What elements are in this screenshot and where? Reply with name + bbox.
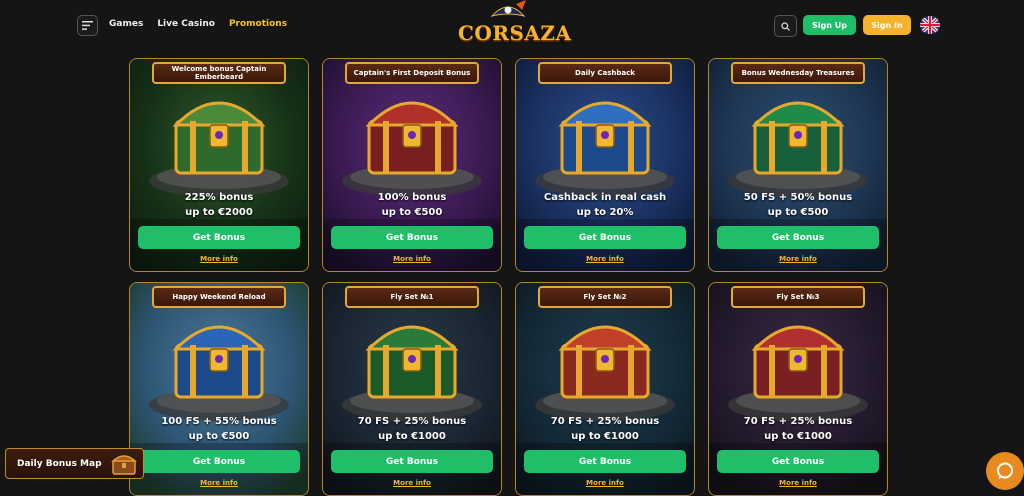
promo-card-banner: Welcome bonus Captain Emberbeard [152,59,286,87]
promo-card: Captain's First Deposit Bonus 100% bonus… [322,58,502,272]
promo-card-title: Captain's First Deposit Bonus [345,62,479,84]
treasure-chest-icon [558,101,652,175]
search-button[interactable] [774,15,797,37]
promo-offer-line-1: 225% bonus [184,192,254,203]
sign-in-button[interactable]: Sign In [863,15,911,35]
promo-offer-line-1: 50 FS + 50% bonus [743,192,853,203]
treasure-chest-icon [558,325,652,399]
promo-offer-line-2: up to 20% [576,207,634,218]
promo-card-banner: Fly Set №3 [731,283,865,311]
more-info-link[interactable]: More info [130,479,308,487]
promo-card-title: Daily Cashback [538,62,672,84]
get-bonus-button[interactable]: Get Bonus [138,226,300,249]
treasure-chest-icon [365,325,459,399]
nav-promotions[interactable]: Promotions [229,19,287,29]
promo-card-offer: 100 FS + 55% bonus up to €500 [130,414,308,444]
daily-bonus-map-label: Daily Bonus Map [17,458,102,469]
treasure-chest-icon [172,101,266,175]
promo-card-banner: Daily Cashback [538,59,672,87]
promo-card-offer: 100% bonus up to €500 [323,190,501,220]
live-chat-button[interactable] [986,452,1024,490]
treasure-chest-icon [751,325,845,399]
promo-offer-line-2: up to €1000 [764,431,832,442]
get-bonus-button[interactable]: Get Bonus [138,450,300,473]
promo-card-title: Happy Weekend Reload [152,286,286,308]
promo-offer-line-1: Cashback in real cash [543,192,667,203]
promo-card-title: Fly Set №1 [345,286,479,308]
promo-card-offer: Cashback in real cash up to 20% [516,190,694,220]
promo-offer-line-2: up to €500 [767,207,829,218]
promo-card-title: Welcome bonus Captain Emberbeard [152,62,286,84]
promo-card-banner: Fly Set №2 [538,283,672,311]
main-nav: Games Live Casino Promotions [109,19,287,29]
get-bonus-button[interactable]: Get Bonus [331,226,493,249]
promo-offer-line-2: up to €1000 [571,431,639,442]
get-bonus-button[interactable]: Get Bonus [717,226,879,249]
more-info-link[interactable]: More info [709,255,887,263]
more-info-link[interactable]: More info [130,255,308,263]
promo-card: Welcome bonus Captain Emberbeard 225% bo… [129,58,309,272]
menu-button[interactable] [77,15,98,36]
hamburger-icon [82,21,93,30]
promo-card: Happy Weekend Reload 100 FS + 55% bonus … [129,282,309,496]
promo-card-offer: 70 FS + 25% bonus up to €1000 [323,414,501,444]
get-bonus-button[interactable]: Get Bonus [524,226,686,249]
promo-card-banner: Bonus Wednesday Treasures [731,59,865,87]
site-logo[interactable]: CORSAZA [458,0,572,50]
promo-offer-line-1: 100% bonus [377,192,447,203]
promo-card-offer: 50 FS + 50% bonus up to €500 [709,190,887,220]
top-bar: Games Live Casino Promotions CORSAZA Sig… [0,0,1024,50]
promo-card-title: Fly Set №2 [538,286,672,308]
get-bonus-button[interactable]: Get Bonus [331,450,493,473]
promo-offer-line-1: 70 FS + 25% bonus [550,416,660,427]
treasure-chest-icon [365,101,459,175]
more-info-link[interactable]: More info [709,479,887,487]
promo-card: Fly Set №3 70 FS + 25% bonus up to €1000… [708,282,888,496]
promo-offer-line-1: 100 FS + 55% bonus [161,416,277,427]
get-bonus-button[interactable]: Get Bonus [524,450,686,473]
promo-offer-line-2: up to €2000 [185,207,253,218]
get-bonus-button[interactable]: Get Bonus [717,450,879,473]
promo-offer-line-2: up to €500 [381,207,443,218]
search-icon [781,21,790,31]
promo-offer-line-1: 70 FS + 25% bonus [743,416,853,427]
uk-flag-icon[interactable] [920,16,940,34]
treasure-chest-icon [172,325,266,399]
promo-card-banner: Happy Weekend Reload [152,283,286,311]
promo-card-title: Bonus Wednesday Treasures [731,62,865,84]
more-info-link[interactable]: More info [323,255,501,263]
nav-games[interactable]: Games [109,19,143,29]
promo-offer-line-2: up to €500 [188,431,250,442]
daily-bonus-map-button[interactable]: Daily Bonus Map [5,448,144,479]
promo-card: Fly Set №2 70 FS + 25% bonus up to €1000… [515,282,695,496]
more-info-link[interactable]: More info [323,479,501,487]
logo-text: CORSAZA [458,21,572,45]
sign-up-button[interactable]: Sign Up [803,15,856,35]
promo-card: Bonus Wednesday Treasures 50 FS + 50% bo… [708,58,888,272]
promo-offer-line-1: 70 FS + 25% bonus [357,416,467,427]
promo-card-offer: 70 FS + 25% bonus up to €1000 [516,414,694,444]
treasure-chest-icon [751,101,845,175]
more-info-link[interactable]: More info [516,479,694,487]
chat-bubble-icon [997,462,1013,479]
more-info-link[interactable]: More info [516,255,694,263]
promo-card-title: Fly Set №3 [731,286,865,308]
promo-offer-line-2: up to €1000 [378,431,446,442]
promo-card-banner: Captain's First Deposit Bonus [345,59,479,87]
promo-card-offer: 70 FS + 25% bonus up to €1000 [709,414,887,444]
treasure-chest-icon [111,455,137,475]
promo-card: Daily Cashback Cashback in real cash up … [515,58,695,272]
promo-card-offer: 225% bonus up to €2000 [130,190,308,220]
promo-card: Fly Set №1 70 FS + 25% bonus up to €1000… [322,282,502,496]
promo-card-banner: Fly Set №1 [345,283,479,311]
nav-live-casino[interactable]: Live Casino [157,19,215,29]
